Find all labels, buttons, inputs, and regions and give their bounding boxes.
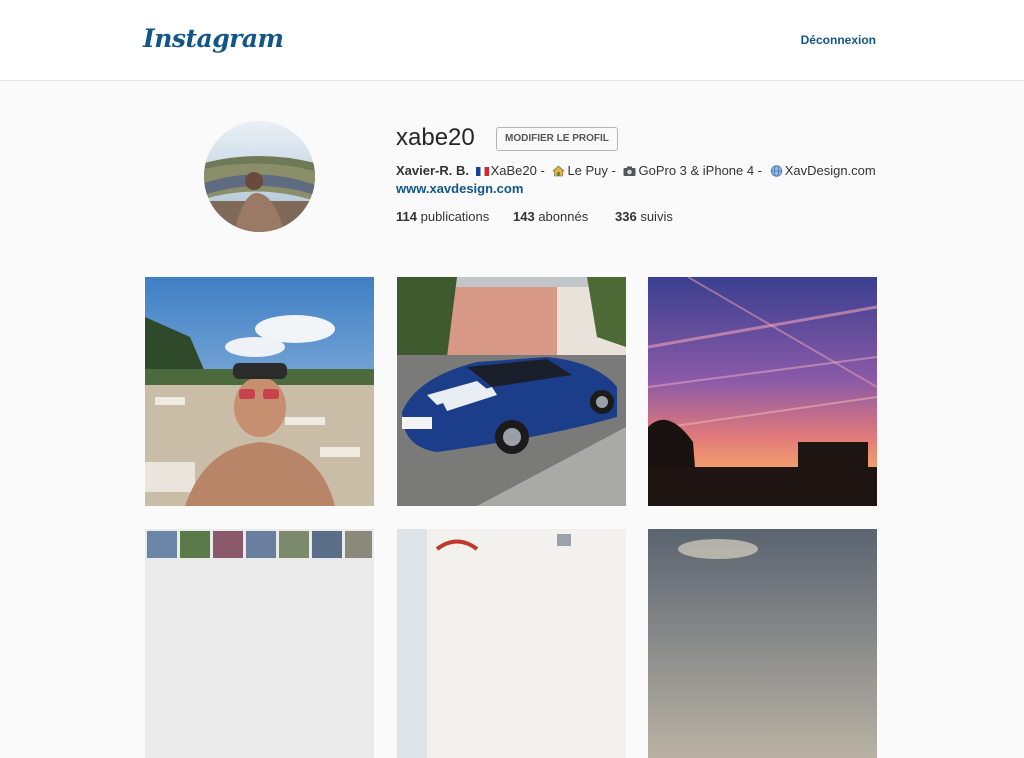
logout-link[interactable]: Déconnexion <box>801 33 876 47</box>
house-icon <box>552 165 566 177</box>
instagram-logo[interactable]: Instagram <box>143 24 284 53</box>
profile-bio: Xavier-R. B. XaBe20 - Le Puy - GoPro 3 &… <box>396 163 876 178</box>
following-label: suivis <box>640 209 673 224</box>
profile-username: xabe20 <box>396 124 475 151</box>
full-name: Xavier-R. B. <box>396 163 469 178</box>
bio-part: XaBe20 - <box>490 163 545 178</box>
website-link[interactable]: www.xavdesign.com <box>396 181 523 196</box>
flag-france-icon <box>475 167 489 176</box>
followers-count: 143 <box>513 209 535 224</box>
profile-avatar[interactable] <box>204 121 315 232</box>
posts-label: publications <box>420 209 490 224</box>
post-thumbnail-car[interactable] <box>397 277 626 506</box>
bio-part: XavDesign.com <box>784 163 876 178</box>
bio-part: Le Puy - <box>567 163 616 178</box>
globe-icon <box>770 165 782 177</box>
post-thumbnail-building[interactable] <box>397 529 626 758</box>
edit-profile-button[interactable]: MODIFIER LE PROFIL <box>496 127 618 151</box>
stat-posts: 114 publications <box>396 209 489 224</box>
followers-label: abonnés <box>538 209 589 224</box>
posts-count: 114 <box>396 209 417 224</box>
following-count: 336 <box>615 209 637 224</box>
bio-part: GoPro 3 & iPhone 4 - <box>638 163 763 178</box>
stat-following[interactable]: 336 suivis <box>615 209 673 224</box>
stat-followers[interactable]: 143 abonnés <box>513 209 588 224</box>
post-thumbnail-strip[interactable] <box>145 529 374 758</box>
post-thumbnail-selfie[interactable] <box>145 277 374 506</box>
post-thumbnail-sky[interactable] <box>648 529 877 758</box>
post-thumbnail-sunset[interactable] <box>648 277 877 506</box>
top-bar: Instagram Déconnexion <box>0 0 1024 81</box>
camera-icon <box>623 166 636 176</box>
